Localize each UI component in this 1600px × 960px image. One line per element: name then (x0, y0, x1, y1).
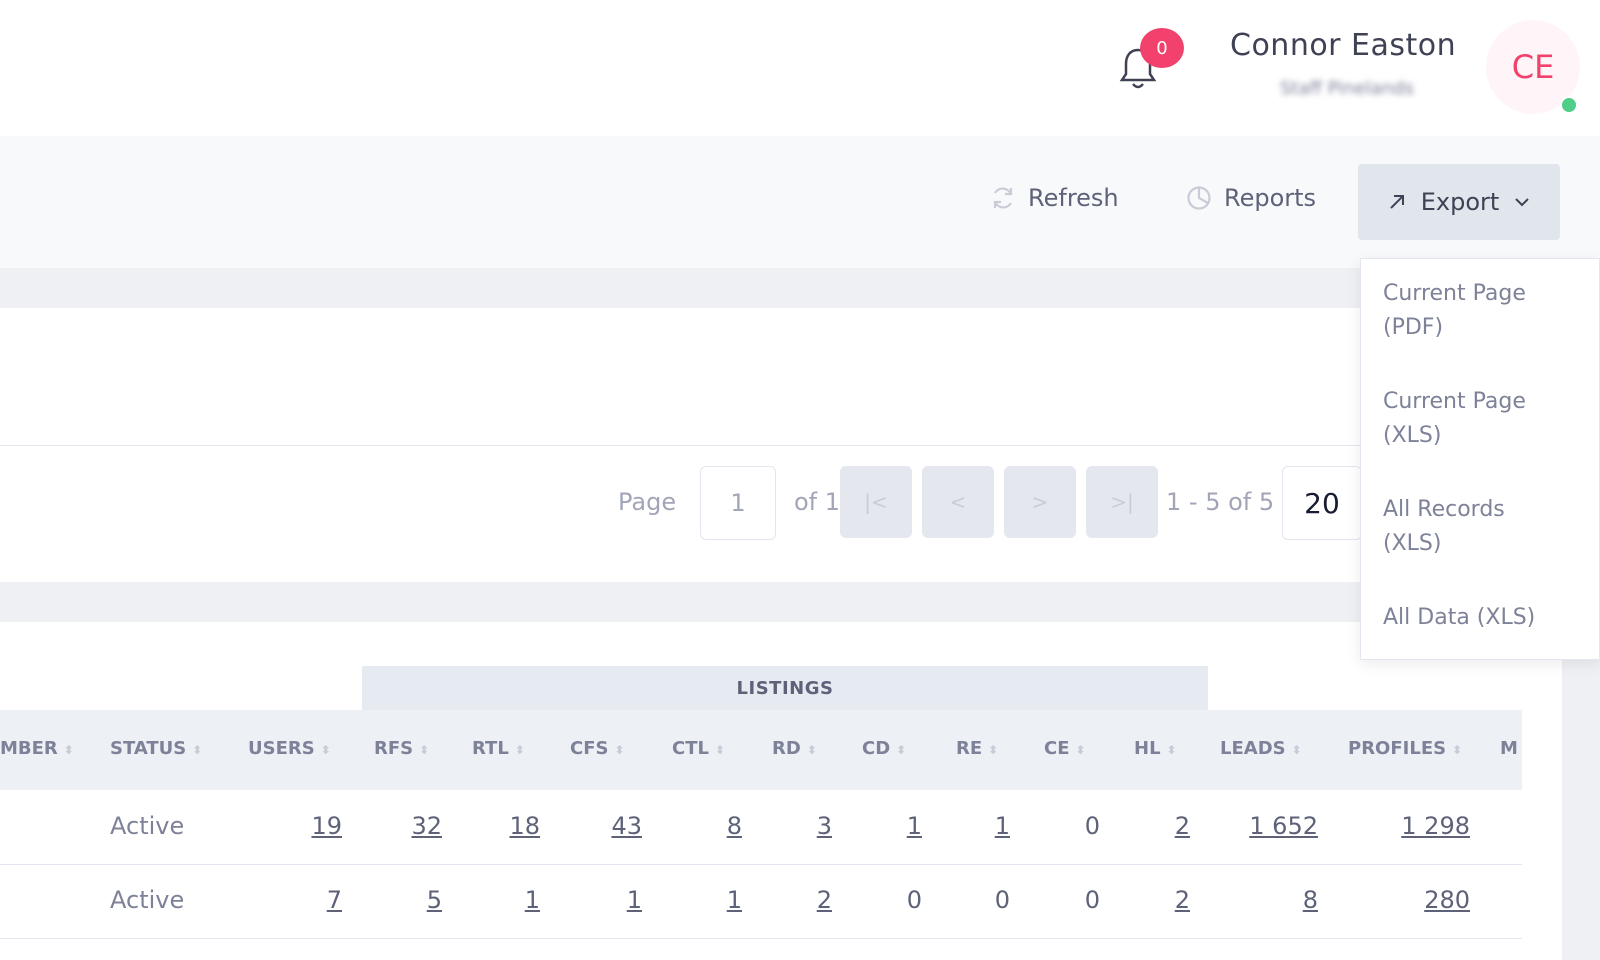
row-2-ce: 0 (1084, 886, 1100, 914)
page-number-input[interactable]: 1 (700, 466, 776, 540)
column-header-cfs[interactable]: CFS ⬍ (570, 738, 625, 759)
next-page-button[interactable]: > (1004, 466, 1076, 538)
row-2-rtl[interactable]: 1 (525, 886, 540, 914)
row-2-leads[interactable]: 8 (1303, 886, 1318, 914)
column-header-number[interactable]: MBER ⬍ (0, 738, 74, 759)
chevron-down-icon (1515, 198, 1529, 207)
record-range-label: 1 - 5 of 5 (1166, 488, 1275, 516)
row-1-profiles[interactable]: 1 298 (1401, 812, 1470, 840)
last-page-icon: >| (1110, 490, 1134, 514)
refresh-icon (993, 187, 1013, 209)
row-2-re: 0 (994, 886, 1010, 914)
export-current-page-xls[interactable]: Current Page (XLS) (1383, 385, 1583, 453)
sort-icon: ⬍ (63, 743, 74, 757)
user-role: Staff Pinelands (1280, 78, 1414, 99)
row-1-cfs[interactable]: 43 (611, 812, 642, 840)
column-header-users[interactable]: USERS ⬍ (248, 738, 331, 759)
export-button[interactable]: Export (1358, 164, 1560, 240)
first-page-button[interactable]: |< (840, 466, 912, 538)
reports-label: Reports (1224, 184, 1317, 212)
row-1-ce: 0 (1084, 812, 1100, 840)
row-2-ctl[interactable]: 1 (727, 886, 742, 914)
scrollbar-track[interactable] (1562, 622, 1600, 960)
sort-icon: ⬍ (1452, 743, 1463, 757)
first-page-icon: |< (864, 490, 888, 514)
column-header-leads[interactable]: LEADS ⬍ (1220, 738, 1302, 759)
export-dropdown-menu: Current Page (PDF) Current Page (XLS) Al… (1360, 258, 1600, 660)
sort-icon: ⬍ (1075, 743, 1086, 757)
row-1-status: Active (110, 812, 185, 840)
chevron-right-icon: > (1031, 490, 1049, 514)
refresh-label: Refresh (1028, 184, 1119, 212)
notification-count-badge: 0 (1140, 28, 1184, 68)
user-name[interactable]: Connor Easton (1230, 28, 1456, 63)
column-header-cd[interactable]: CD ⬍ (862, 738, 906, 759)
row-1-hl[interactable]: 2 (1175, 812, 1190, 840)
arrow-up-right-icon (1390, 195, 1404, 209)
row-2-hl[interactable]: 2 (1175, 886, 1190, 914)
page-label: Page (618, 488, 677, 516)
online-status-indicator (1560, 96, 1578, 114)
refresh-button[interactable]: Refresh (990, 184, 1119, 212)
export-all-data-xls[interactable]: All Data (XLS) (1383, 601, 1583, 635)
export-current-page-pdf[interactable]: Current Page (PDF) (1383, 277, 1583, 345)
column-header-ce[interactable]: CE ⬍ (1044, 738, 1086, 759)
export-all-records-xls[interactable]: All Records (XLS) (1383, 493, 1583, 561)
top-header (0, 0, 1600, 136)
sort-icon: ⬍ (1291, 743, 1302, 757)
sort-icon: ⬍ (714, 743, 726, 757)
page-total-label: of 1 (794, 488, 841, 516)
sort-icon: ⬍ (806, 743, 817, 757)
column-header-profiles[interactable]: PROFILES ⬍ (1348, 738, 1462, 759)
chevron-left-icon: < (949, 490, 967, 514)
row-1-cd[interactable]: 1 (907, 812, 922, 840)
row-1-rd[interactable]: 3 (817, 812, 832, 840)
sort-icon: ⬍ (614, 743, 625, 757)
row-divider (0, 864, 1522, 865)
column-header-ctl[interactable]: CTL ⬍ (672, 738, 725, 759)
page-size-select[interactable]: 20 (1282, 466, 1362, 540)
listings-group-header: LISTINGS (362, 666, 1208, 710)
row-2-users[interactable]: 7 (327, 886, 342, 914)
row-1-ctl[interactable]: 8 (727, 812, 742, 840)
sort-icon: ⬍ (988, 743, 999, 757)
prev-page-button[interactable]: < (922, 466, 994, 538)
row-2-profiles[interactable]: 280 (1424, 886, 1470, 914)
last-page-button[interactable]: >| (1086, 466, 1158, 538)
row-2-cd: 0 (906, 886, 922, 914)
column-header-re[interactable]: RE ⬍ (956, 738, 998, 759)
reports-button[interactable]: Reports (1186, 184, 1316, 212)
export-label: Export (1420, 188, 1500, 216)
row-2-rd[interactable]: 2 (817, 886, 832, 914)
column-header-status[interactable]: STATUS ⬍ (110, 738, 202, 759)
sort-icon: ⬍ (1166, 743, 1177, 757)
sort-icon: ⬍ (320, 743, 331, 757)
sort-icon: ⬍ (514, 743, 525, 757)
pie-chart-icon (1187, 186, 1211, 210)
row-1-rfs[interactable]: 32 (411, 812, 442, 840)
column-header-rtl[interactable]: RTL ⬍ (472, 738, 525, 759)
row-1-re[interactable]: 1 (995, 812, 1010, 840)
sort-icon: ⬍ (896, 743, 907, 757)
column-header-m[interactable]: M (1500, 738, 1518, 759)
row-2-status: Active (110, 886, 185, 914)
row-1-leads[interactable]: 1 652 (1249, 812, 1318, 840)
row-1-rtl[interactable]: 18 (509, 812, 540, 840)
row-divider (0, 938, 1522, 939)
column-header-hl[interactable]: HL ⬍ (1134, 738, 1177, 759)
column-header-rfs[interactable]: RFS ⬍ (374, 738, 429, 759)
sort-icon: ⬍ (192, 743, 203, 757)
sort-icon: ⬍ (419, 743, 430, 757)
row-2-rfs[interactable]: 5 (427, 886, 442, 914)
row-2-cfs[interactable]: 1 (627, 886, 642, 914)
row-1-users[interactable]: 19 (311, 812, 342, 840)
column-header-rd[interactable]: RD ⬍ (772, 738, 817, 759)
